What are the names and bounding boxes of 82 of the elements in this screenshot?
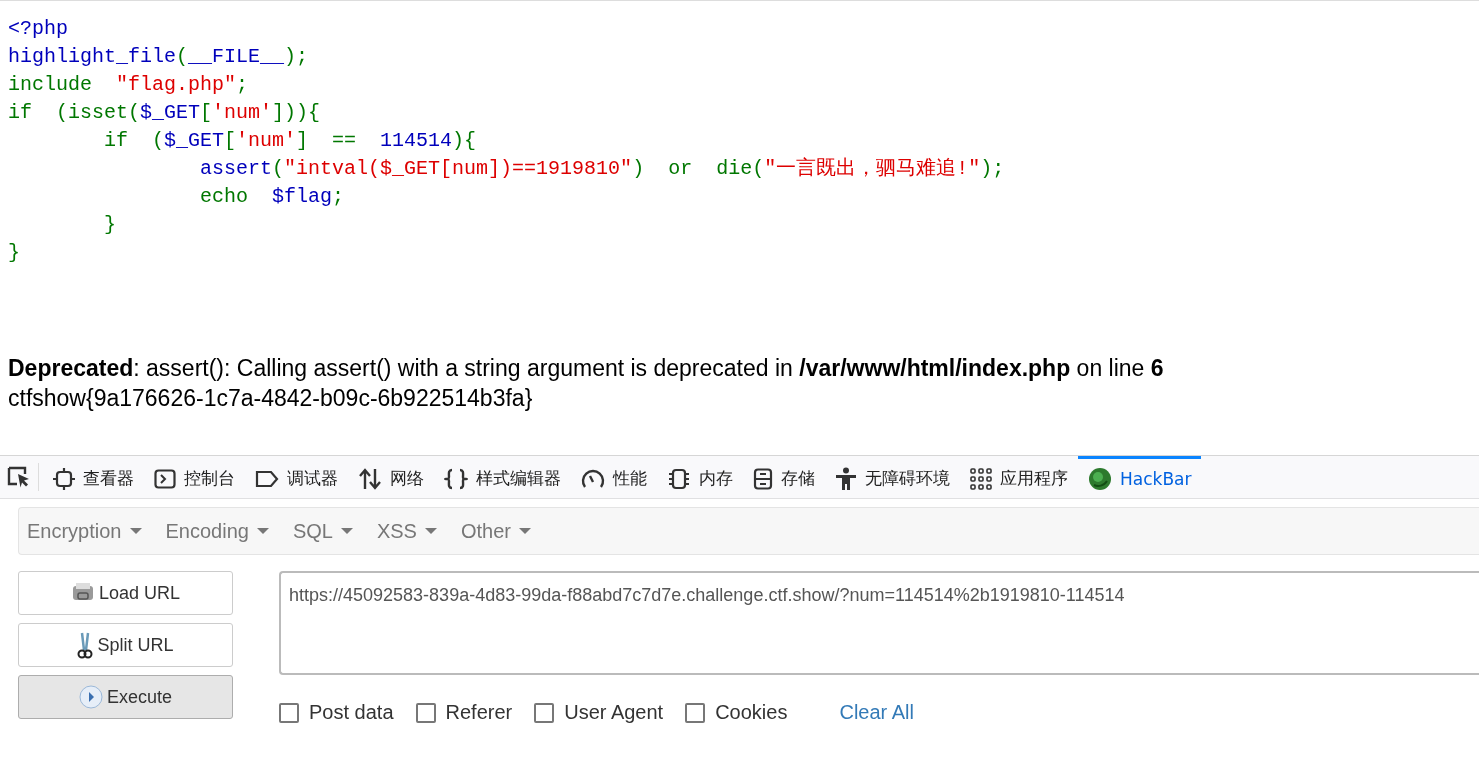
code-token: } <box>8 241 20 264</box>
checkbox-label: Referer <box>445 701 513 724</box>
caret-icon <box>519 528 531 534</box>
caret-icon <box>129 528 142 534</box>
code-token: ( <box>272 157 285 180</box>
code-token: ( <box>128 101 141 124</box>
checkbox[interactable] <box>685 702 706 723</box>
devtools-tab[interactable]: 调试器 <box>245 456 348 498</box>
dropdown-menu[interactable]: Other <box>456 519 551 543</box>
grid-icon <box>970 467 992 490</box>
code-token: 'num' <box>212 101 273 124</box>
code-token: include <box>8 73 93 96</box>
caret-icon <box>340 528 353 534</box>
scissors-icon <box>77 631 94 659</box>
devtools-tab[interactable]: 无障碍环境 <box>825 456 960 498</box>
code-token: $flag <box>272 185 333 208</box>
devtools-tab[interactable]: 应用程序 <box>960 456 1078 498</box>
code-token: if ( <box>8 101 68 124</box>
code-token: ){ <box>452 129 477 152</box>
code-token: if ( <box>103 129 165 152</box>
code-token: $_GET <box>164 129 225 152</box>
code-token: "一言既出，驷马难追!" <box>764 157 981 180</box>
code-token: [ <box>224 129 237 152</box>
dropdown-menu[interactable]: Encryption <box>23 519 162 543</box>
play-icon <box>78 685 103 709</box>
checkbox-label: User Agent <box>564 701 664 724</box>
checkbox[interactable] <box>415 702 436 723</box>
up-down-arrows-icon <box>358 467 382 490</box>
code-token: __FILE__ <box>188 45 285 68</box>
devtools-tab[interactable]: 样式编辑器 <box>434 456 571 498</box>
dropdown-menu[interactable]: SQL <box>288 519 373 543</box>
hackbar-button[interactable]: Load URL <box>18 571 233 615</box>
braces-icon <box>444 467 468 490</box>
checkbox-label: Cookies <box>715 701 788 724</box>
dropdown-menu[interactable]: XSS <box>372 519 457 543</box>
code-token: echo <box>199 185 250 208</box>
caret-icon <box>256 528 269 534</box>
checkbox-label: Post data <box>309 701 394 724</box>
gauge-icon <box>581 467 605 490</box>
code-token: assert <box>199 157 273 180</box>
hackbar-button[interactable]: Execute <box>18 675 233 719</box>
code-token: } <box>103 213 117 236</box>
caret-icon <box>424 528 437 534</box>
clear-all-link[interactable]: Clear All <box>839 701 914 724</box>
storage-icon <box>753 467 773 490</box>
dropdown-menu[interactable]: Encoding <box>161 519 289 543</box>
code-token: highlight_file <box>8 45 177 68</box>
devtools-tab[interactable]: 查看器 <box>43 456 144 498</box>
devtools-tab[interactable]: 内存 <box>657 456 743 498</box>
code-token: 114514 <box>380 129 453 152</box>
checkbox[interactable] <box>279 702 299 723</box>
console-icon <box>154 467 176 490</box>
code-token: "intval($_GET[num])==1919810" <box>284 157 633 180</box>
code-token: [ <box>200 101 213 124</box>
code-token: ) or die( <box>632 157 765 180</box>
devtools-tab[interactable]: 存储 <box>743 456 825 498</box>
code-token: ; <box>332 185 345 208</box>
devtools-tab[interactable]: 性能 <box>571 456 657 498</box>
code-token: 'num' <box>236 129 297 152</box>
deprecation-warning: Deprecated: assert(): Calling assert() with a string argument is deprecated in /var/www/html/index.php on line 6 <box>8 354 1165 383</box>
code-token: ; <box>236 73 249 96</box>
chip-icon <box>667 467 691 490</box>
code-token: "flag.php" <box>116 73 237 96</box>
code-token: $_GET <box>140 101 201 124</box>
code-token: ( <box>176 45 189 68</box>
hackbar-button[interactable]: Split URL <box>18 623 233 667</box>
devtools-tab[interactable]: 网络 <box>348 456 434 498</box>
ball-icon <box>1088 466 1112 491</box>
flag-text: ctfshow{9a176626-1c7a-4842-b09c-6b922514b3fa} <box>8 384 534 413</box>
code-token: <?php <box>8 17 68 40</box>
devtools-tab[interactable]: HackBar <box>1078 456 1202 498</box>
url-field[interactable]: https://45092583-839a-4d83-99da-f88abd7c7d7e.challenge.ctf.show/?num=114514%2b1919810-114514 <box>279 571 1479 675</box>
person-icon <box>835 466 857 491</box>
devtools-tab[interactable]: 控制台 <box>144 456 245 498</box>
tag-icon <box>255 468 279 489</box>
code-token: ); <box>980 157 1005 180</box>
code-token: ); <box>284 45 309 68</box>
code-token: isset <box>68 101 129 124</box>
inspector-icon <box>53 467 75 490</box>
checkbox[interactable] <box>534 702 555 723</box>
code-token: ])){ <box>272 101 321 124</box>
code-token: ] == <box>296 129 358 152</box>
